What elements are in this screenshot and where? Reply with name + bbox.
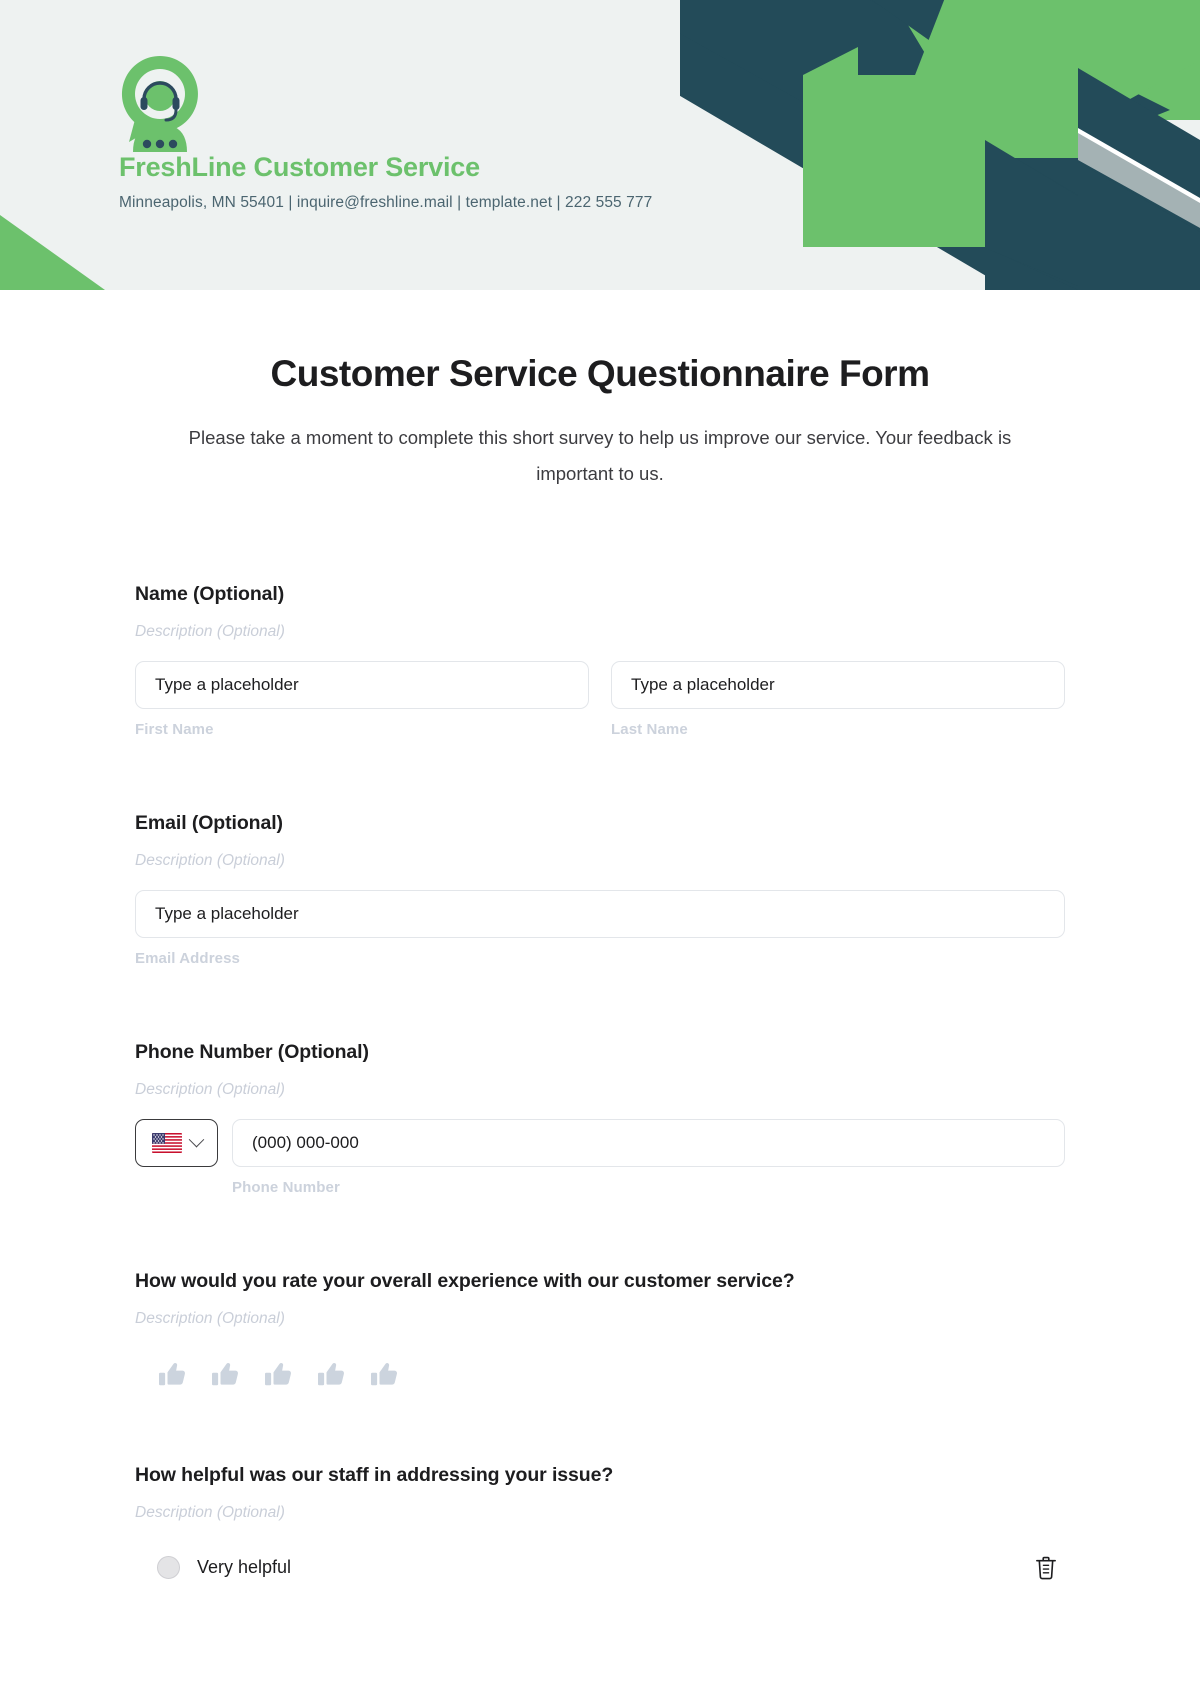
us-flag-icon — [151, 1132, 182, 1153]
first-name-input[interactable] — [135, 660, 589, 709]
thumbs-up-icon[interactable] — [210, 1360, 240, 1390]
email-input[interactable] — [135, 889, 1065, 938]
question-label: Name (Optional) — [135, 582, 285, 605]
page-root: FreshLine Customer Service Minneapolis, … — [0, 0, 1200, 1700]
phone-sublabel: Phone Number — [232, 1178, 340, 1196]
question-label: Phone Number (Optional) — [135, 1040, 369, 1063]
question-description: Description (Optional) — [135, 1080, 285, 1098]
brand-logo — [119, 54, 201, 152]
radio-option-row: Very helpful — [135, 1554, 1065, 1582]
question-label: Email (Optional) — [135, 811, 283, 834]
page-subtitle: Please take a moment to complete this sh… — [188, 427, 1012, 484]
question-description: Description (Optional) — [135, 622, 285, 640]
customer-service-headset-bubble-icon — [121, 56, 198, 152]
trash-icon[interactable] — [1033, 1554, 1059, 1582]
brand-contact-line: Minneapolis, MN 55401 | inquire@freshlin… — [119, 194, 653, 211]
radio-option-label: Very helpful — [197, 1556, 292, 1577]
page-header: FreshLine Customer Service Minneapolis, … — [0, 0, 1200, 290]
question-staff-helpfulness: How helpful was our staff in addressing … — [135, 1463, 1065, 1582]
question-name: Name (Optional) Description (Optional) F… — [135, 583, 1065, 738]
brand-name: FreshLine Customer Service — [119, 152, 480, 182]
thumbs-up-icon[interactable] — [157, 1360, 187, 1390]
form-body: Customer Service Questionnaire Form Plea… — [0, 290, 1200, 1582]
thumbs-up-icon[interactable] — [316, 1360, 346, 1390]
green-corner-triangle — [0, 215, 105, 290]
question-description: Description (Optional) — [135, 1503, 285, 1521]
question-email: Email (Optional) Description (Optional) … — [135, 812, 1065, 967]
phone-number-input[interactable] — [232, 1118, 1065, 1167]
question-description: Description (Optional) — [135, 851, 285, 869]
question-label: How helpful was our staff in addressing … — [135, 1463, 614, 1486]
first-name-sublabel: First Name — [135, 720, 214, 738]
chevron-down-icon — [188, 1132, 204, 1148]
thumbs-up-icon[interactable] — [263, 1360, 293, 1390]
last-name-input[interactable] — [611, 660, 1065, 709]
country-code-select[interactable] — [135, 1118, 218, 1167]
question-overall-rating: How would you rate your overall experien… — [135, 1270, 1065, 1390]
thumbs-rating-group — [135, 1360, 1065, 1390]
header-decoration-artwork — [680, 0, 1200, 290]
question-description: Description (Optional) — [135, 1309, 285, 1327]
last-name-sublabel: Last Name — [611, 720, 688, 738]
thumbs-up-icon[interactable] — [369, 1360, 399, 1390]
question-phone: Phone Number (Optional) Description (Opt… — [135, 1041, 1065, 1196]
radio-button-very-helpful[interactable] — [157, 1555, 180, 1579]
email-sublabel: Email Address — [135, 949, 240, 967]
question-label: How would you rate your overall experien… — [135, 1269, 795, 1292]
page-title: Customer Service Questionnaire Form — [270, 353, 930, 394]
